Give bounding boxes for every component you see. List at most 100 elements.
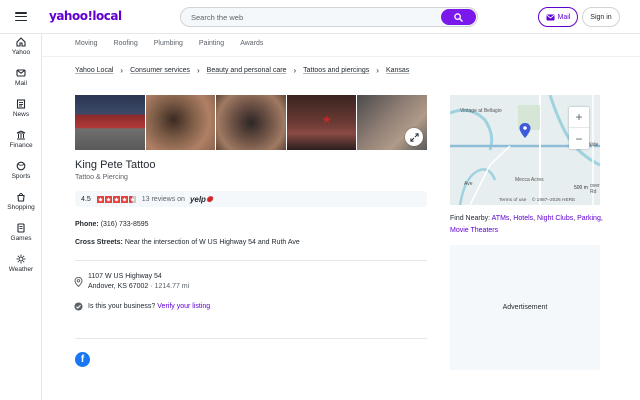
breadcrumb: Yahoo Local › Consumer services › Beauty… xyxy=(75,66,409,75)
breadcrumb-kansas[interactable]: Kansas xyxy=(386,67,409,74)
half-star-icon xyxy=(128,195,136,203)
rating-value: 4.5 xyxy=(81,195,91,203)
search-icon xyxy=(454,12,463,22)
divider xyxy=(75,260,427,261)
star-icon xyxy=(112,195,120,203)
verify-listing-link[interactable]: Verify your listing xyxy=(157,303,210,310)
hamburger-menu-icon[interactable] xyxy=(15,12,27,22)
expand-icon xyxy=(409,132,419,142)
star-icon xyxy=(96,195,104,203)
nearby-link-parking[interactable]: Parking xyxy=(577,215,601,222)
breadcrumb-consumer-services[interactable]: Consumer services xyxy=(130,67,190,74)
cross-streets-label: Cross Streets: xyxy=(75,239,123,246)
advertisement: Advertisement xyxy=(450,245,600,370)
star-icon xyxy=(120,195,128,203)
address-line-2: Andover, KS 67002 · 1214.77 mi xyxy=(88,283,189,290)
star-rating xyxy=(96,195,136,203)
weather-icon xyxy=(16,254,26,264)
search-bar xyxy=(180,7,478,27)
sidebar-item-label: Sports xyxy=(11,173,31,180)
map-terms-link[interactable]: Terms of use xyxy=(499,198,526,203)
sidebar-item-label: Finance xyxy=(9,142,33,149)
sidebar-item-label: Mail xyxy=(15,80,27,87)
sidebar-item-weather[interactable]: Weather xyxy=(0,254,42,273)
breadcrumb-yahoo-local[interactable]: Yahoo Local xyxy=(75,67,113,74)
finance-icon xyxy=(16,130,26,140)
map-copyright: © 1987–2026 HERE xyxy=(531,198,576,203)
sidebar-item-label: Shopping xyxy=(7,204,35,211)
sidebar-item-label: Games xyxy=(10,235,32,242)
nearby-link-atms[interactable]: ATMs xyxy=(492,215,510,222)
facebook-icon[interactable]: f xyxy=(75,352,90,367)
nearby-link-night-clubs[interactable]: Night Clubs xyxy=(537,215,573,222)
claim-business-row: Is this your business? Verify your listi… xyxy=(88,303,210,310)
checkmark-circle-icon xyxy=(74,302,83,311)
claim-business-question: Is this your business? xyxy=(88,303,156,310)
business-category: Tattoo & Piercing xyxy=(75,174,128,181)
location-pin-icon xyxy=(74,277,83,287)
chevron-right-icon: › xyxy=(293,66,297,75)
expand-gallery-button[interactable] xyxy=(405,128,423,146)
news-icon xyxy=(16,99,26,109)
map-zoom-controls: + − xyxy=(569,107,589,149)
business-name: King Pete Tattoo xyxy=(75,159,156,171)
review-count: 13 reviews on xyxy=(141,195,185,203)
nearby-link-movie-theaters[interactable]: Movie Theaters xyxy=(450,227,498,234)
category-awards[interactable]: Awards xyxy=(240,40,263,47)
chevron-right-icon: › xyxy=(197,66,200,75)
breadcrumb-beauty[interactable]: Beauty and personal care xyxy=(207,67,287,74)
map-label-nide: Nide xyxy=(588,142,599,148)
advertisement-label: Advertisement xyxy=(502,304,548,311)
mail-button-label: Mail xyxy=(557,13,571,21)
sidebar-item-label: News xyxy=(12,111,30,118)
shopping-icon xyxy=(17,193,25,202)
yelp-logo-text: yelp xyxy=(189,194,206,204)
photo-gallery[interactable]: ★ xyxy=(75,95,427,150)
left-sidebar: Yahoo Mail News Finance Sports Shopping … xyxy=(0,34,42,400)
city-state-zip[interactable]: Andover, KS 67002 xyxy=(88,283,148,290)
find-nearby-label: Find Nearby: xyxy=(450,215,491,222)
sidebar-item-finance[interactable]: Finance xyxy=(0,130,42,149)
address-line-1[interactable]: 1107 W US Highway 54 xyxy=(88,273,162,280)
search-input[interactable] xyxy=(191,12,431,23)
zoom-out-button[interactable]: − xyxy=(569,128,589,149)
find-nearby: Find Nearby: ATMs, Hotels, Night Clubs, … xyxy=(450,215,603,234)
category-roofing[interactable]: Roofing xyxy=(114,40,138,47)
sidebar-item-games[interactable]: Games xyxy=(0,223,42,242)
cross-streets-row: Cross Streets: Near the intersection of … xyxy=(75,239,300,246)
home-icon xyxy=(16,37,26,47)
yelp-burst-icon: ✺ xyxy=(205,194,213,204)
top-bar: yahoo!local Mail Sign in xyxy=(0,0,640,34)
mail-button[interactable]: Mail xyxy=(538,7,578,27)
search-button[interactable] xyxy=(441,9,476,25)
category-moving[interactable]: Moving xyxy=(75,40,98,47)
photo-storefront[interactable] xyxy=(75,95,145,150)
photo-tattoo-3[interactable]: ★ xyxy=(286,95,357,150)
sidebar-item-yahoo[interactable]: Yahoo xyxy=(0,37,42,56)
map-label-mecca: Mecca Acres xyxy=(515,177,544,183)
games-icon xyxy=(17,223,25,233)
chevron-right-icon: › xyxy=(376,66,379,75)
map-label-over-rd: over Rd xyxy=(590,183,600,195)
sidebar-item-sports[interactable]: Sports xyxy=(0,161,42,180)
zoom-in-button[interactable]: + xyxy=(569,107,589,128)
breadcrumb-tattoos[interactable]: Tattoos and piercings xyxy=(303,67,369,74)
rating-bar[interactable]: 4.5 13 reviews on yelp✺ xyxy=(75,191,427,207)
photo-tattoo-2[interactable] xyxy=(216,95,286,150)
map-label-vintage: Vintage at Bellagio xyxy=(460,108,502,114)
phone-number[interactable]: (316) 733-8595 xyxy=(101,221,149,228)
sports-icon xyxy=(16,161,26,171)
sidebar-item-shopping[interactable]: Shopping xyxy=(0,192,42,211)
nearby-link-hotels[interactable]: Hotels xyxy=(513,215,533,222)
category-painting[interactable]: Painting xyxy=(199,40,224,47)
sidebar-item-mail[interactable]: Mail xyxy=(0,68,42,87)
yahoo-local-logo[interactable]: yahoo!local xyxy=(49,9,122,23)
sidebar-item-label: Weather xyxy=(8,266,34,273)
sidebar-item-news[interactable]: News xyxy=(0,99,42,118)
yelp-logo[interactable]: yelp✺ xyxy=(190,195,213,204)
sign-in-button[interactable]: Sign in xyxy=(582,7,620,27)
map-label-ave: Ave xyxy=(464,181,473,187)
category-plumbing[interactable]: Plumbing xyxy=(154,40,183,47)
distance: · 1214.77 mi xyxy=(150,283,190,290)
photo-tattoo-1[interactable] xyxy=(145,95,216,150)
